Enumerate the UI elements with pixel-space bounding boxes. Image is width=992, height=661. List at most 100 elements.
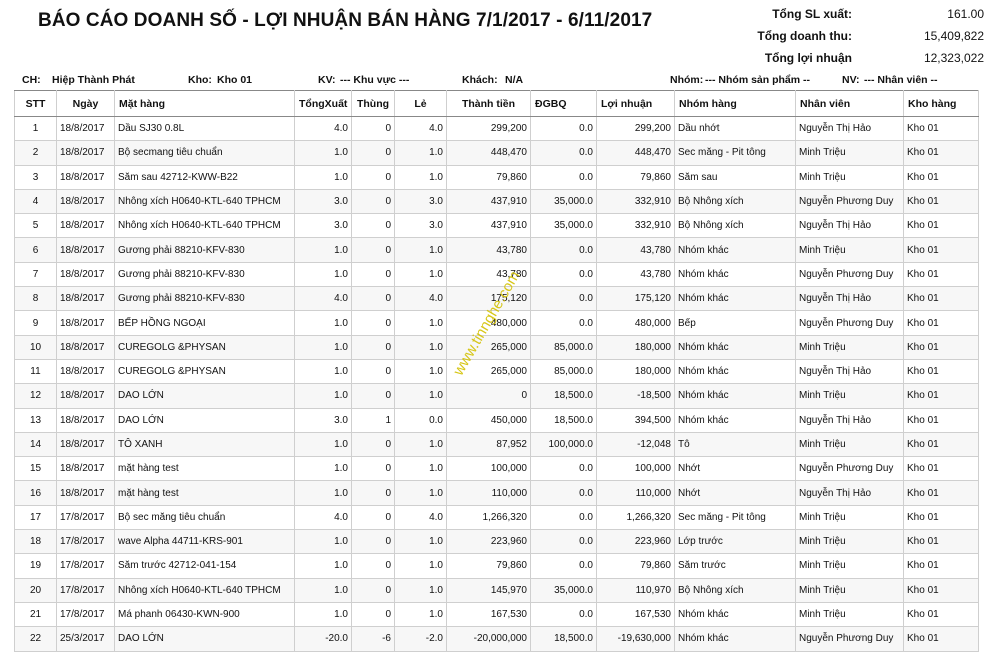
col-header-date: Ngày [56, 90, 115, 117]
cell-total-out: 1.0 [294, 164, 352, 190]
table-row: 19 17/8/2017 Săm trước 42712-041-154 1.0 0 1.… [14, 553, 979, 579]
cell-loose: 1.0 [394, 480, 447, 506]
cell-carton: 0 [351, 456, 395, 482]
cell-warehouse: Kho 01 [903, 237, 979, 263]
cell-carton: 0 [351, 213, 395, 239]
table-row: 7 18/8/2017 Gương phải 88210-KFV-830 1.0 0 1.… [14, 261, 979, 288]
cell-item: Săm trước 42712-041-154 [114, 553, 295, 579]
filter-warehouse-value: Kho 01 [217, 74, 253, 86]
cell-stt: 4 [14, 188, 57, 215]
cell-total-out: 1.0 [294, 601, 352, 628]
cell-group: Sec măng - Pit tông [674, 140, 796, 166]
cell-date: 18/8/2017 [56, 334, 115, 360]
cell-carton: 0 [351, 431, 395, 458]
cell-amount: 0 [446, 383, 531, 409]
cell-staff: Nguyễn Phương Duy [795, 456, 904, 482]
cell-date: 18/8/2017 [56, 188, 115, 215]
cell-carton: 0 [351, 358, 395, 385]
cell-stt: 18 [14, 529, 57, 555]
cell-warehouse: Kho 01 [903, 553, 979, 579]
cell-date: 18/8/2017 [56, 261, 115, 288]
cell-total-out: 4.0 [294, 115, 352, 142]
cell-avg-cost: 35,000.0 [530, 213, 597, 239]
cell-group: Nhớt [674, 480, 796, 506]
total-revenue-label: Tổng doanh thu: [757, 29, 852, 43]
table-row: 20 17/8/2017 Nhông xích H0640-KTL-640 TPHC… [14, 577, 979, 603]
filter-region-value: --- Khu vực --- [340, 74, 410, 86]
cell-total-out: 1.0 [294, 237, 352, 263]
cell-carton: 0 [351, 529, 395, 555]
cell-avg-cost: 0.0 [530, 140, 597, 166]
sales-profit-table: STT Ngày Mặt hàng TổngXuất Thùng Lẻ Thàn… [14, 90, 979, 652]
col-header-amount: Thành tiền [446, 90, 531, 117]
cell-staff: Nguyễn Thị Hảo [795, 286, 904, 312]
cell-loose: -2.0 [394, 626, 447, 652]
filter-store-value: Hiệp Thành Phát [52, 74, 135, 86]
cell-amount: 43,780 [446, 237, 531, 263]
cell-staff: Minh Triệu [795, 553, 904, 579]
table-row: 2 18/8/2017 Bộ secmang tiêu chuẩn 1.0 0 1.0 44… [14, 140, 979, 166]
cell-staff: Minh Triệu [795, 529, 904, 555]
cell-avg-cost: 85,000.0 [530, 334, 597, 360]
cell-loose: 1.0 [394, 261, 447, 288]
cell-amount: 448,470 [446, 140, 531, 166]
cell-group: Nhóm khác [674, 626, 796, 652]
cell-loose: 1.0 [394, 529, 447, 555]
cell-profit: 394,500 [596, 407, 675, 433]
cell-group: Bộ Nhông xích [674, 213, 796, 239]
table-row: 5 18/8/2017 Nhông xích H0640-KTL-640 TPHCM… [14, 213, 979, 239]
cell-total-out: 3.0 [294, 407, 352, 433]
cell-item: DAO LỚN [114, 626, 295, 652]
cell-carton: 0 [351, 140, 395, 166]
cell-profit: 180,000 [596, 334, 675, 360]
cell-loose: 0.0 [394, 407, 447, 433]
col-header-profit: Lợi nhuận [596, 90, 675, 117]
cell-group: Tô [674, 431, 796, 458]
cell-group: Nhóm khác [674, 407, 796, 433]
cell-stt: 15 [14, 456, 57, 482]
cell-item: Nhông xích H0640-KTL-640 TPHCM [114, 188, 295, 215]
cell-group: Nhớt [674, 456, 796, 482]
cell-loose: 1.0 [394, 358, 447, 385]
cell-staff: Minh Triệu [795, 334, 904, 360]
total-profit: Tổng lợi nhuận 12,323,022 [700, 47, 984, 69]
cell-item: mặt hàng test [114, 480, 295, 506]
cell-amount: 1,266,320 [446, 504, 531, 531]
cell-avg-cost: 0.0 [530, 286, 597, 312]
cell-carton: 0 [351, 188, 395, 215]
col-header-staff: Nhân viên [795, 90, 904, 117]
table-row: 10 18/8/2017 CUREGOLG &PHYSAN 1.0 0 1.0 265,00… [14, 334, 979, 360]
cell-date: 17/8/2017 [56, 504, 115, 531]
cell-amount: 450,000 [446, 407, 531, 433]
cell-stt: 13 [14, 407, 57, 433]
cell-amount: 167,530 [446, 601, 531, 628]
cell-warehouse: Kho 01 [903, 140, 979, 166]
cell-staff: Minh Triệu [795, 237, 904, 263]
table-row: 3 18/8/2017 Săm sau 42712-KWW-B22 1.0 0 1.0 79… [14, 164, 979, 190]
cell-warehouse: Kho 01 [903, 188, 979, 215]
cell-item: Bộ sec măng tiêu chuẩn [114, 504, 295, 531]
cell-loose: 1.0 [394, 237, 447, 263]
cell-avg-cost: 0.0 [530, 529, 597, 555]
cell-date: 18/8/2017 [56, 115, 115, 142]
cell-total-out: 4.0 [294, 504, 352, 531]
cell-group: Dầu nhớt [674, 115, 796, 142]
cell-amount: 299,200 [446, 115, 531, 142]
cell-item: Gương phải 88210-KFV-830 [114, 237, 295, 263]
cell-warehouse: Kho 01 [903, 383, 979, 409]
cell-profit: 480,000 [596, 310, 675, 336]
filter-staff-label: NV: [842, 74, 860, 86]
cell-warehouse: Kho 01 [903, 286, 979, 312]
cell-avg-cost: 18,500.0 [530, 383, 597, 409]
cell-date: 18/8/2017 [56, 431, 115, 458]
cell-total-out: 1.0 [294, 529, 352, 555]
cell-total-out: 3.0 [294, 188, 352, 215]
cell-stt: 21 [14, 601, 57, 628]
cell-carton: 0 [351, 383, 395, 409]
cell-stt: 1 [14, 115, 57, 142]
cell-avg-cost: 35,000.0 [530, 188, 597, 215]
table-row: 15 18/8/2017 mặt hàng test 1.0 0 1.0 100,000 0.… [14, 456, 979, 482]
table-row: 14 18/8/2017 TÔ XANH 1.0 0 1.0 87,952 100,000.0… [14, 431, 979, 458]
table-row: 11 18/8/2017 CUREGOLG &PHYSAN 1.0 0 1.0 265,00… [14, 358, 979, 385]
table-row: 16 18/8/2017 mặt hàng test 1.0 0 1.0 110,000 0.… [14, 480, 979, 506]
